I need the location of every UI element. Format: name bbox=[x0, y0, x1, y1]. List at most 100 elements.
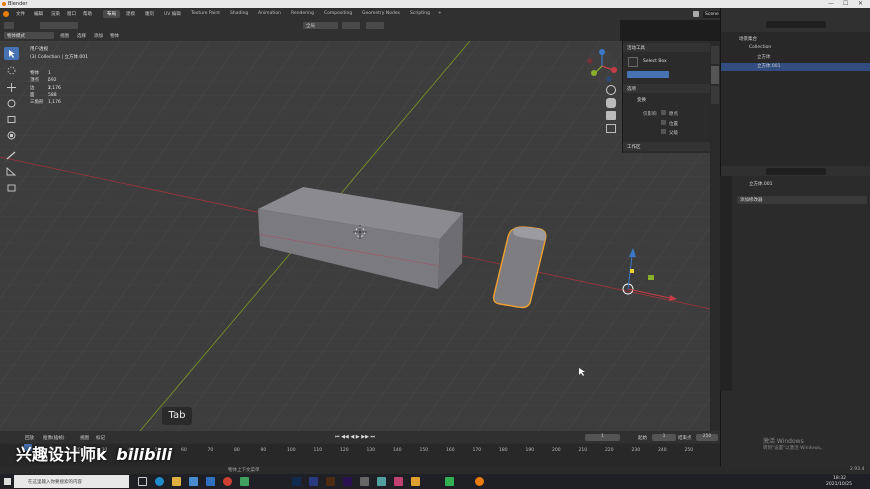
tab-animation[interactable]: Animation bbox=[254, 10, 285, 18]
menu-window[interactable]: 窗口 bbox=[67, 11, 76, 17]
rotate-tool[interactable] bbox=[4, 97, 19, 110]
tab-layout[interactable]: 布局 bbox=[103, 10, 120, 18]
outliner-collection[interactable]: Collection bbox=[721, 45, 870, 53]
explorer-icon[interactable] bbox=[172, 477, 181, 486]
tab-shading[interactable]: Shading bbox=[226, 10, 252, 18]
menu-render[interactable]: 渲染 bbox=[51, 11, 60, 17]
taskbar-search-input[interactable]: 在这里输入你要搜索的内容 bbox=[14, 475, 129, 488]
outliner-object-cube-001[interactable]: 立方体.001 bbox=[721, 63, 870, 71]
outliner-search-input[interactable] bbox=[766, 21, 826, 28]
watermark-brand: bilibili bbox=[116, 445, 173, 464]
app-icon[interactable] bbox=[309, 477, 318, 486]
maximize-button[interactable]: ☐ bbox=[843, 0, 848, 7]
mail-icon[interactable] bbox=[206, 477, 215, 486]
tab-geometry-nodes[interactable]: Geometry Nodes bbox=[358, 10, 404, 18]
pan-hand-icon[interactable] bbox=[606, 98, 616, 108]
menu-select[interactable]: 选择 bbox=[77, 33, 86, 39]
menu-edit[interactable]: 编辑 bbox=[34, 11, 43, 17]
blender-menu-icon[interactable] bbox=[3, 11, 9, 17]
outliner-scene-collection[interactable]: 场景集合 bbox=[721, 36, 870, 44]
proportional-edit-icon[interactable] bbox=[366, 22, 384, 29]
tab-sculpting[interactable]: 雕刻 bbox=[141, 10, 158, 18]
scale-tool[interactable] bbox=[4, 113, 19, 126]
add-modifier-dropdown[interactable]: 添加修改器 bbox=[737, 196, 867, 204]
close-button[interactable]: ✕ bbox=[858, 0, 863, 7]
transform-subsection[interactable]: 变换 bbox=[637, 97, 646, 103]
move-tool[interactable] bbox=[4, 81, 19, 94]
add-workspace-button[interactable]: + bbox=[434, 10, 446, 18]
timeline-tick-label: 80 bbox=[234, 448, 240, 453]
menu-add[interactable]: 添加 bbox=[94, 33, 103, 39]
snap-icon[interactable] bbox=[342, 22, 360, 29]
app-icon[interactable] bbox=[360, 477, 369, 486]
select-mode-icons[interactable] bbox=[40, 22, 78, 29]
grid-view-icon[interactable] bbox=[606, 124, 616, 133]
menu-help[interactable]: 帮助 bbox=[83, 11, 92, 17]
windows-start-icon[interactable] bbox=[4, 478, 11, 485]
cursor-tool[interactable] bbox=[4, 64, 19, 77]
zoom-icon[interactable] bbox=[606, 85, 616, 95]
timeline-tick-label: 130 bbox=[366, 448, 376, 453]
affect-origins-checkbox[interactable] bbox=[661, 110, 666, 115]
status-bar: 物体上下文菜单 2.93.4 bbox=[0, 466, 870, 474]
illustrator-icon[interactable] bbox=[326, 477, 335, 486]
properties-search-input[interactable] bbox=[766, 168, 826, 175]
stat-row: 顶点 592 bbox=[30, 78, 57, 84]
chrome-icon[interactable] bbox=[223, 477, 232, 486]
tab-view[interactable] bbox=[711, 86, 719, 104]
start-frame-field[interactable]: 1 bbox=[652, 434, 676, 441]
timeline-tick-label: 220 bbox=[605, 448, 614, 453]
select-box-tool[interactable] bbox=[4, 47, 19, 60]
photoshop-icon[interactable] bbox=[292, 477, 301, 486]
workspace-section-header[interactable]: 工作区 bbox=[623, 142, 711, 151]
app-icon[interactable] bbox=[240, 477, 249, 486]
annotate-tool[interactable] bbox=[4, 149, 19, 162]
transform-tool[interactable] bbox=[4, 129, 19, 142]
menu-view[interactable]: 视图 bbox=[60, 33, 69, 39]
measure-tool[interactable] bbox=[4, 165, 19, 178]
wechat-icon[interactable] bbox=[445, 477, 454, 486]
task-view-icon[interactable] bbox=[138, 477, 147, 486]
tab-compositing[interactable]: Compositing bbox=[320, 10, 356, 18]
current-frame-field[interactable]: 1 bbox=[585, 434, 620, 441]
transform-orientation-dropdown[interactable]: 全局 bbox=[303, 22, 338, 29]
camera-icon[interactable] bbox=[606, 111, 616, 120]
timeline-tick-label: 240 bbox=[658, 448, 667, 453]
select-box-label: Select Box bbox=[643, 59, 667, 64]
premiere-icon[interactable] bbox=[343, 477, 352, 486]
edge-icon[interactable] bbox=[155, 477, 164, 486]
3d-viewport[interactable]: 用户透视 (3) Collection | 立方体.001 物体 1 / 2 顶… bbox=[0, 41, 720, 431]
select-mode-buttons[interactable] bbox=[627, 71, 669, 78]
tab-item[interactable] bbox=[711, 46, 719, 64]
affect-parents-checkbox[interactable] bbox=[661, 129, 666, 134]
outliner-object-cube[interactable]: 立方体 bbox=[721, 54, 870, 62]
store-icon[interactable] bbox=[189, 477, 198, 486]
tab-scripting[interactable]: Scripting bbox=[406, 10, 434, 18]
tab-rendering[interactable]: Rendering bbox=[287, 10, 318, 18]
tab-texture-paint[interactable]: Texture Paint bbox=[187, 10, 224, 18]
tab-modeling[interactable]: 建模 bbox=[122, 10, 139, 18]
outliner-panel: 场景集合 Collection 立方体 立方体.001 bbox=[720, 8, 870, 166]
end-frame-field[interactable]: 250 bbox=[696, 434, 718, 441]
app-icon[interactable] bbox=[411, 477, 420, 486]
options-section-header[interactable]: 选项 bbox=[623, 84, 711, 93]
add-cube-tool[interactable] bbox=[4, 181, 19, 194]
menu-file[interactable]: 文件 bbox=[16, 11, 25, 17]
tab-tool[interactable] bbox=[711, 66, 719, 84]
editor-type-icon[interactable] bbox=[4, 22, 14, 29]
affect-locations-checkbox[interactable] bbox=[661, 120, 666, 125]
active-tool-section-header[interactable]: 活动工具 bbox=[623, 43, 711, 52]
start-frame-label: 起始 bbox=[638, 436, 647, 441]
timeline-tick-label: 90 bbox=[260, 448, 267, 453]
blender-taskbar-icon[interactable] bbox=[475, 477, 484, 486]
minimize-button[interactable]: — bbox=[828, 0, 834, 7]
affect-locations-label: 位置 bbox=[669, 122, 678, 127]
tab-uv-editing[interactable]: UV 编辑 bbox=[160, 10, 185, 18]
app-icon[interactable] bbox=[377, 477, 386, 486]
menu-object[interactable]: 物体 bbox=[110, 33, 119, 39]
playback-controls[interactable]: ⏮ ◀◀ ◀ ▶ ▶▶ ⏭ bbox=[335, 434, 395, 441]
app-icon[interactable] bbox=[394, 477, 403, 486]
object-mode-dropdown[interactable]: 物体模式 bbox=[4, 32, 54, 39]
stat-row: 边 1,176 bbox=[30, 85, 61, 91]
version-label: 2.93.4 bbox=[850, 467, 865, 472]
